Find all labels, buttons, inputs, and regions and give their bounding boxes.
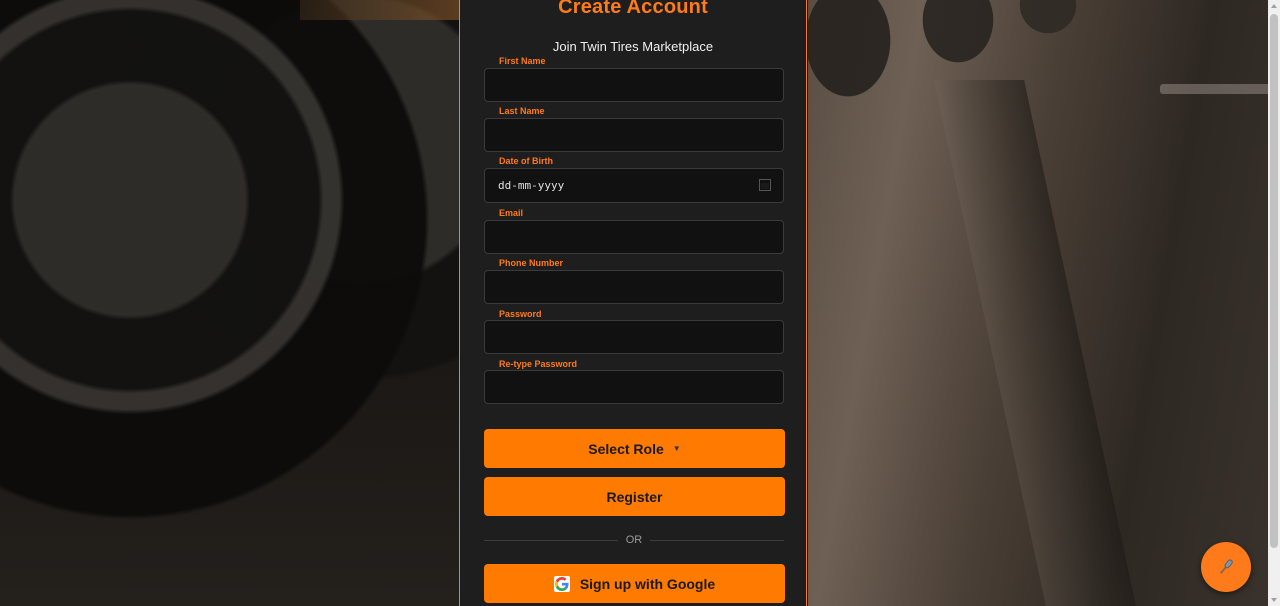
divider-line-left bbox=[484, 539, 618, 541]
divider-line-right bbox=[650, 539, 784, 541]
dob-label: Date of Birth bbox=[499, 156, 553, 166]
page: Create Account Join Twin Tires Marketpla… bbox=[0, 0, 1280, 606]
phone-input[interactable] bbox=[484, 270, 784, 304]
google-signup-label: Sign up with Google bbox=[579, 575, 716, 592]
email-label: Email bbox=[499, 208, 524, 218]
page-subtitle: Join Twin Tires Marketplace bbox=[552, 39, 714, 54]
register-button[interactable]: Register bbox=[484, 477, 785, 516]
dob-placeholder: dd-mm-yyyy bbox=[498, 179, 565, 192]
background-motorcycle-wheels bbox=[0, 0, 460, 606]
retype-password-label: Re-type Password bbox=[499, 359, 578, 369]
last-name-label: Last Name bbox=[499, 106, 545, 116]
google-signup-button[interactable]: Sign up with Google bbox=[484, 564, 785, 603]
scroll-up-icon[interactable] bbox=[1271, 4, 1277, 8]
phone-label: Phone Number bbox=[499, 258, 564, 268]
calendar-icon[interactable] bbox=[759, 179, 771, 191]
page-scrollbar[interactable] bbox=[1268, 0, 1280, 606]
password-label: Password bbox=[499, 309, 542, 319]
scroll-down-icon[interactable] bbox=[1271, 598, 1277, 602]
page-title: Create Account bbox=[558, 0, 708, 18]
or-text: OR bbox=[625, 534, 643, 546]
scrollbar-thumb[interactable] bbox=[1270, 14, 1278, 548]
dob-input[interactable]: dd-mm-yyyy bbox=[484, 168, 784, 203]
microphone-button[interactable] bbox=[1201, 542, 1251, 592]
last-name-input[interactable] bbox=[484, 118, 784, 152]
microphone-icon bbox=[1219, 559, 1233, 574]
signup-form-panel: Create Account Join Twin Tires Marketpla… bbox=[459, 0, 807, 606]
chevron-down-icon: ▼ bbox=[672, 444, 681, 453]
select-role-label: Select Role bbox=[588, 440, 664, 457]
email-input[interactable] bbox=[484, 220, 784, 254]
password-input[interactable] bbox=[484, 320, 784, 354]
retype-password-input[interactable] bbox=[484, 370, 784, 404]
background-road-marking bbox=[1160, 84, 1270, 94]
google-icon bbox=[553, 575, 570, 592]
first-name-input[interactable] bbox=[484, 68, 784, 102]
first-name-label: First Name bbox=[499, 56, 546, 66]
select-role-button[interactable]: Select Role ▼ bbox=[484, 429, 785, 468]
background-highlight bbox=[300, 0, 460, 20]
or-divider: OR bbox=[484, 533, 784, 547]
